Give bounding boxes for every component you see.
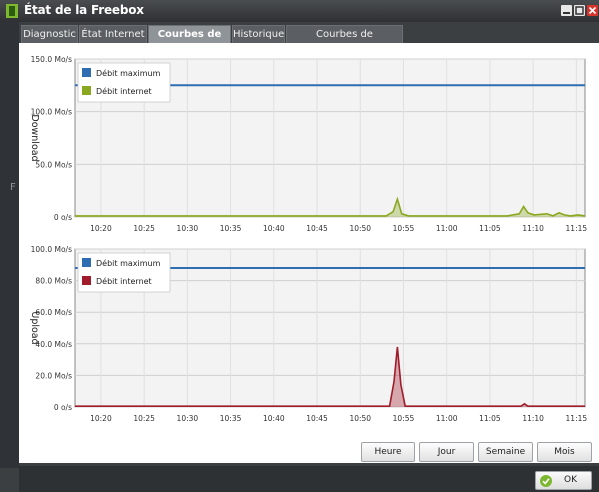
maximize-button[interactable] [574, 5, 585, 16]
legend-label: Débit maximum [96, 68, 161, 78]
legend-label: Débit internet [96, 86, 152, 96]
week-button[interactable]: Semaine [478, 442, 533, 462]
x-tick-label: 10:30 [177, 414, 199, 423]
legend-swatch [82, 258, 91, 267]
x-tick-label: 11:15 [566, 224, 588, 233]
tab-courbes-debit[interactable]: Courbes de Débit [148, 25, 231, 58]
legend-swatch [82, 68, 91, 77]
y-tick-label: 0 o/s [54, 403, 72, 412]
x-tick-label: 10:20 [90, 224, 112, 233]
day-button[interactable]: Jour [419, 442, 474, 462]
x-tick-label: 10:25 [133, 224, 155, 233]
x-tick-label: 10:55 [393, 414, 415, 423]
y-tick-label: 80.0 Mo/s [35, 277, 72, 286]
ok-label: OK [564, 475, 577, 485]
legend-label: Débit maximum [96, 258, 161, 268]
legend-swatch [82, 276, 91, 285]
minimize-icon [563, 12, 570, 14]
download-chart: 0 o/s50.0 Mo/s100.0 Mo/s150.0 Mo/s10:20 1… [29, 55, 588, 233]
hour-button[interactable]: Heure [361, 442, 415, 462]
x-tick-label: 11:10 [522, 414, 544, 423]
x-tick-label: 10:50 [349, 414, 371, 423]
y-tick-label: 150.0 Mo/s [31, 55, 72, 64]
month-button[interactable]: Mois [537, 442, 592, 462]
side-edge: F [0, 22, 19, 468]
dialog-footer [19, 466, 599, 492]
y-tick-label: 100.0 Mo/s [31, 245, 72, 254]
check-icon [540, 475, 552, 487]
x-tick-label: 10:35 [220, 414, 242, 423]
tab-etat-internet[interactable]: État Internet [79, 25, 147, 43]
side-edge-mark: F [10, 182, 16, 193]
close-icon [588, 6, 597, 15]
x-tick-label: 11:00 [436, 414, 458, 423]
y-axis-label: Download [29, 114, 40, 161]
minimize-button[interactable] [561, 5, 572, 16]
x-tick-label: 10:40 [263, 414, 285, 423]
y-tick-label: 0 o/s [54, 213, 72, 222]
window-title: État de la Freebox [24, 3, 144, 17]
maximize-icon [575, 6, 584, 15]
x-tick-label: 10:45 [306, 224, 328, 233]
title-bar[interactable]: État de la Freebox [0, 0, 599, 22]
freebox-app-icon [6, 4, 18, 18]
x-tick-label: 10:55 [393, 224, 415, 233]
x-tick-label: 11:10 [522, 224, 544, 233]
y-axis-label: Upload [29, 311, 40, 344]
x-tick-label: 10:35 [220, 224, 242, 233]
y-tick-label: 20.0 Mo/s [35, 371, 72, 380]
freebox-window: État de la Freebox F Diagnostic État Int… [0, 0, 599, 492]
legend-label: Débit internet [96, 276, 152, 286]
legend: Débit maximum Débit internet [77, 252, 171, 293]
x-tick-label: 10:20 [90, 414, 112, 423]
x-tick-label: 10:45 [306, 414, 328, 423]
close-button[interactable] [587, 5, 598, 16]
ok-button[interactable]: OK [535, 471, 592, 490]
x-tick-label: 10:40 [263, 224, 285, 233]
x-tick-label: 11:05 [479, 224, 501, 233]
upload-chart: 0 o/s20.0 Mo/s40.0 Mo/s60.0 Mo/s80.0 Mo/… [29, 245, 588, 423]
x-tick-label: 11:05 [479, 414, 501, 423]
legend: Débit maximum Débit internet [77, 62, 171, 103]
tab-courbes-temperature[interactable]: Courbes de température [286, 25, 403, 58]
legend-swatch [82, 86, 91, 95]
tab-historique[interactable]: Historique [232, 25, 285, 43]
y-tick-label: 50.0 Mo/s [35, 160, 72, 169]
x-tick-label: 11:15 [566, 414, 588, 423]
tab-diagnostic[interactable]: Diagnostic [21, 25, 78, 43]
x-tick-label: 10:25 [133, 414, 155, 423]
x-tick-label: 10:50 [349, 224, 371, 233]
x-tick-label: 10:30 [177, 224, 199, 233]
x-tick-label: 11:00 [436, 224, 458, 233]
